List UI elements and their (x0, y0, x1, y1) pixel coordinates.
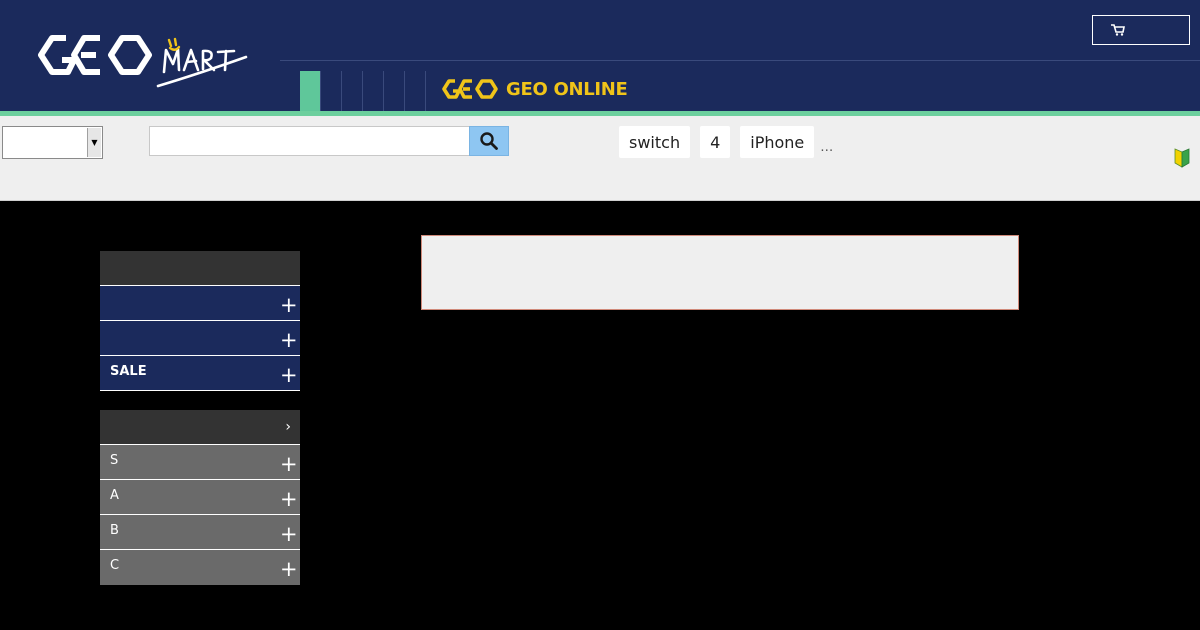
sidebar-item-rank-c[interactable]: C + (100, 550, 300, 585)
notice-banner (421, 235, 1019, 310)
plus-icon[interactable]: + (280, 329, 298, 351)
nav-tab-4[interactable] (363, 71, 384, 111)
sidebar-block-main: + + SALE + (100, 251, 300, 391)
nav-tab-2[interactable] (321, 71, 342, 111)
sidebar-heading (100, 251, 300, 286)
chevron-down-icon[interactable]: ▼ (87, 128, 101, 157)
search-button[interactable] (469, 126, 509, 156)
sidebar-item-label: SALE (110, 363, 147, 379)
sidebar-item-label: C (110, 558, 120, 573)
nav-tab-1[interactable] (300, 71, 321, 111)
beginner-mark-icon[interactable] (1174, 148, 1190, 168)
sidebar-heading-link[interactable]: › (100, 410, 300, 445)
search-input[interactable] (149, 126, 470, 156)
geo-online-logo-icon (442, 79, 498, 99)
sidebar-item-rank-s[interactable]: S + (100, 445, 300, 480)
chevron-right-icon: › (285, 419, 291, 435)
plus-icon[interactable]: + (280, 364, 298, 386)
keyword-chip[interactable]: switch (619, 126, 691, 158)
geo-online-link[interactable]: GEO ONLINE (442, 74, 628, 104)
site-header: GEO ONLINE (0, 0, 1200, 111)
category-select[interactable]: ▼ (2, 126, 103, 159)
sidebar-item[interactable]: + (100, 321, 300, 356)
nav-tab-3[interactable] (342, 71, 363, 111)
plus-icon[interactable]: + (280, 488, 298, 510)
plus-icon[interactable]: + (280, 559, 298, 580)
sidebar-item-label: B (110, 522, 119, 538)
sidebar-item-sale[interactable]: SALE + (100, 356, 300, 391)
sidebar-item-label: S (110, 452, 119, 468)
search-band: ▼ switch 4 iPhone … (0, 116, 1200, 201)
sidebar-item-label: A (110, 487, 119, 503)
keyword-chip[interactable]: 4 (700, 126, 731, 158)
sidebar-item-rank-b[interactable]: B + (100, 515, 300, 550)
search-icon (480, 132, 498, 150)
keyword-chip[interactable]: iPhone (740, 126, 815, 158)
geo-online-label: GEO ONLINE (506, 78, 628, 100)
plus-icon[interactable]: + (280, 294, 298, 316)
sidebar-item-rank-a[interactable]: A + (100, 480, 300, 515)
geo-mart-logo[interactable] (38, 30, 250, 90)
plus-icon[interactable]: + (280, 523, 298, 545)
cart-icon (1111, 24, 1125, 36)
header-divider (280, 60, 1200, 61)
popular-keywords: switch 4 iPhone … (619, 126, 833, 158)
main-nav (300, 71, 426, 111)
nav-tab-6[interactable] (405, 71, 426, 111)
nav-tab-5[interactable] (384, 71, 405, 111)
sidebar-item[interactable]: + (100, 286, 300, 321)
sidebar-block-rank: › S + A + B + C + (100, 410, 300, 585)
more-keywords-link[interactable]: … (820, 140, 833, 155)
cart-button[interactable] (1092, 15, 1190, 45)
plus-icon[interactable]: + (280, 453, 298, 475)
